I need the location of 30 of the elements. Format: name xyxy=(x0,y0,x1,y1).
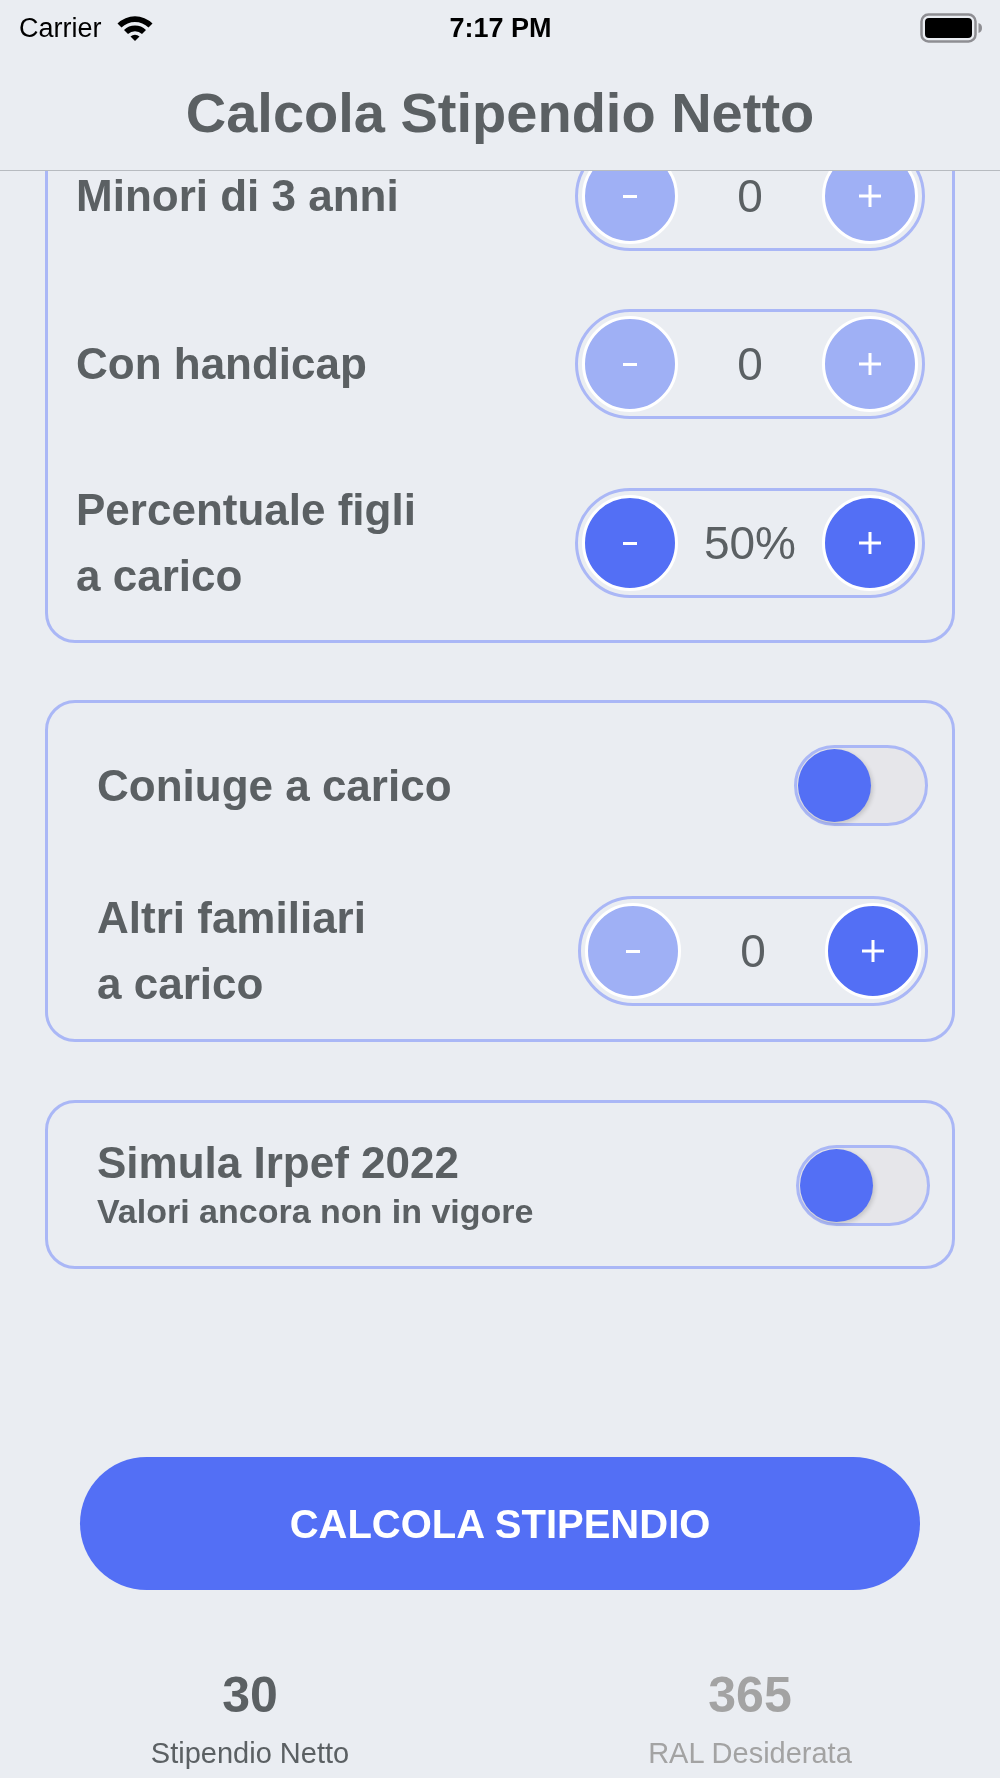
tab[interactable]: 365 RAL Desiderata xyxy=(500,1665,1000,1771)
wifi-icon xyxy=(115,14,154,42)
setting-title: Simula Irpef 2022 xyxy=(97,1137,460,1189)
minus-icon xyxy=(626,949,640,953)
stepper-value: 50% xyxy=(703,516,797,570)
minus-icon xyxy=(623,541,637,545)
tab[interactable]: 30 Stipendio Netto xyxy=(0,1665,500,1771)
stepper-value: 0 xyxy=(737,337,763,391)
minus-icon xyxy=(623,194,637,198)
plus-icon xyxy=(859,185,881,207)
setting-label: Con handicap xyxy=(76,338,367,390)
calculate-button[interactable]: CALCOLA STIPENDIO xyxy=(80,1457,920,1590)
minus-icon xyxy=(623,362,637,366)
stepper-value: 0 xyxy=(737,171,763,223)
setting-label: Minori di 3 anni xyxy=(76,171,399,222)
carrier-name: Carrier xyxy=(19,11,102,45)
plus-icon xyxy=(859,532,881,554)
stepper-value: 0 xyxy=(740,924,766,978)
increment-button[interactable] xyxy=(822,495,918,591)
increment-button[interactable] xyxy=(825,903,921,999)
plus-icon xyxy=(862,940,884,962)
decrement-button[interactable] xyxy=(582,495,678,591)
setting-label: Altri familiari a carico xyxy=(97,892,366,1010)
status-time: 7:17 PM xyxy=(449,11,552,45)
plus-icon xyxy=(859,353,881,375)
setting-subtitle: Valori ancora non in vigore xyxy=(97,1191,534,1232)
page-title: Calcola Stipendio Netto xyxy=(185,80,815,146)
setting-label: Percentuale figli a carico xyxy=(76,484,416,602)
setting-label: Coniuge a carico xyxy=(97,759,452,812)
battery-icon xyxy=(920,13,982,43)
